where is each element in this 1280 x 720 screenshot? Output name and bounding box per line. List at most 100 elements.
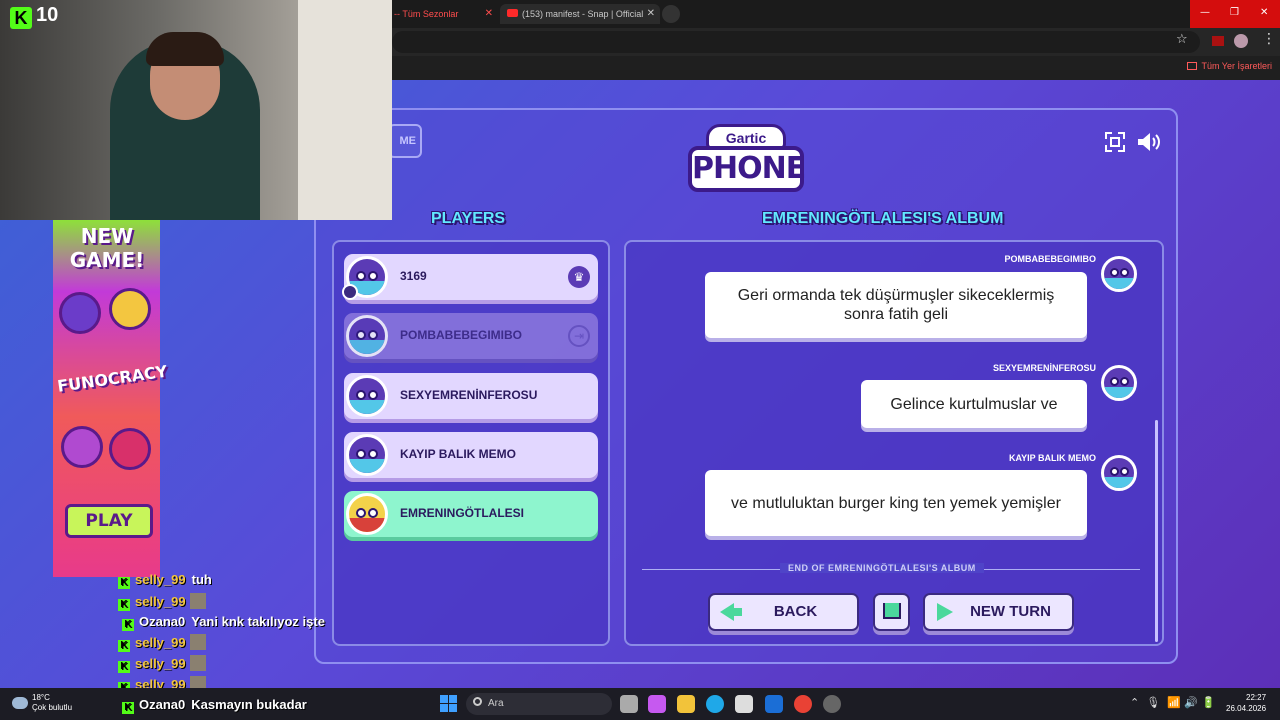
chat-message: K Ozana0 Yani knk takılıyoz işte xyxy=(122,614,325,631)
temperature: 18°C xyxy=(32,693,50,702)
viewer-count: 10 xyxy=(36,4,59,26)
player-row[interactable]: POMBABEBEGIMIBO ⇥ xyxy=(344,313,598,359)
player-row[interactable]: SEXYEMRENİNFEROSU xyxy=(344,373,598,419)
chat-text: Yani knk takılıyoz işte xyxy=(191,614,325,629)
album-avatar xyxy=(1101,365,1137,401)
player-name: KAYIP BALIK MEMO xyxy=(400,447,517,461)
home-button[interactable]: ME xyxy=(388,124,422,158)
close-icon[interactable]: ✕ xyxy=(485,8,493,19)
album-message: ve mutluluktan burger king ten yemek yem… xyxy=(705,470,1087,536)
close-window-icon[interactable]: ✕ xyxy=(1260,7,1268,18)
webcam-overlay: K 10 xyxy=(0,0,392,220)
bookmarks-label: Tüm Yer İşaretleri xyxy=(1201,61,1272,71)
system-tray[interactable]: ⌃ 🎙 📶 🔊 🔋 xyxy=(1130,696,1215,709)
file-explorer-icon[interactable] xyxy=(677,695,695,713)
app-icon[interactable] xyxy=(823,695,841,713)
download-badge-icon xyxy=(342,284,358,300)
folder-icon xyxy=(1187,62,1198,70)
album-author: KAYIP BALIK MEMO xyxy=(1008,453,1096,463)
player-name: 3169 xyxy=(400,269,427,283)
chat-user: selly_99 xyxy=(135,594,186,609)
window-controls: — ❐ ✕ xyxy=(1190,0,1280,28)
youtube-icon xyxy=(507,9,518,17)
emote-icon xyxy=(189,634,206,650)
ad-play-button[interactable]: PLAY xyxy=(65,504,153,538)
player-name: SEXYEMRENİNFEROSU xyxy=(400,388,538,402)
close-icon[interactable]: ✕ xyxy=(647,8,655,19)
copilot-icon[interactable] xyxy=(648,695,666,713)
new-tab-button[interactable] xyxy=(662,5,680,23)
album-author: POMBABEBEGIMIBO xyxy=(1004,254,1096,264)
player-row[interactable]: 3169 ♛ xyxy=(342,254,598,300)
chat-message: K Ozana0 Kasmayın bukadar xyxy=(122,697,307,714)
chat-message: Kselly_99 tuh xyxy=(118,572,212,589)
browser-menu-icon[interactable]: ⋮ xyxy=(1262,31,1276,47)
new-turn-button[interactable]: NEW TURN xyxy=(923,593,1074,631)
kick-badge-icon: K xyxy=(122,702,134,714)
kick-badge-icon: K xyxy=(118,661,130,673)
kick-viewer-count: K 10 xyxy=(10,4,59,29)
fullscreen-icon[interactable] xyxy=(1105,132,1125,152)
chat-message: Kselly_99 xyxy=(118,655,206,673)
player-avatar xyxy=(346,493,388,535)
back-button[interactable]: BACK xyxy=(708,593,859,631)
album-message: Geri ormanda tek düşürmuşler sikeceklerm… xyxy=(705,272,1087,338)
album-author: SEXYEMRENİNFEROSU xyxy=(992,363,1096,373)
taskbar-clock[interactable]: 22:27 26.04.2026 xyxy=(1226,692,1266,714)
player-avatar xyxy=(346,375,388,417)
bookmark-star-icon[interactable]: ☆ xyxy=(1176,32,1188,47)
sound-icon[interactable] xyxy=(1136,131,1162,153)
player-name: EMRENINGÖTLALESI xyxy=(400,506,525,520)
weather-widget[interactable]: 18°C Çok bulutlu xyxy=(12,693,72,713)
kick-badge-icon: K xyxy=(118,599,130,611)
tab-title: -- Tüm Sezonlar xyxy=(394,9,459,19)
ad-brand: FUNOCRACY xyxy=(56,361,169,396)
download-icon xyxy=(883,603,901,619)
chat-user: selly_99 xyxy=(135,635,186,650)
store-icon[interactable] xyxy=(735,695,753,713)
maximize-icon[interactable]: ❐ xyxy=(1230,7,1239,18)
album-title: EMRENINGÖTLALESI'S ALBUM xyxy=(762,210,1004,227)
chat-user: selly_99 xyxy=(135,572,186,587)
profile-avatar[interactable] xyxy=(1234,34,1248,48)
advertisement[interactable]: NEW GAME! FUNOCRACY PLAY xyxy=(53,220,169,577)
ad-character-icon xyxy=(109,288,151,330)
kick-logo-icon: K xyxy=(10,7,32,29)
kick-badge-icon: K xyxy=(118,577,130,589)
all-bookmarks[interactable]: Tüm Yer İşaretleri xyxy=(1187,61,1272,71)
taskbar-search[interactable]: Ara xyxy=(466,693,612,715)
album-end-label: END OF EMRENINGÖTLALESI'S ALBUM xyxy=(780,563,984,573)
players-title: PLAYERS xyxy=(431,210,506,227)
chrome-icon[interactable] xyxy=(794,695,812,713)
player-row-self[interactable]: EMRENINGÖTLALESI xyxy=(344,491,598,537)
album-scrollbar[interactable] xyxy=(1155,420,1158,642)
chat-message: Kselly_99 xyxy=(118,634,206,652)
extension-icon[interactable] xyxy=(1212,36,1224,46)
curtain xyxy=(298,0,392,220)
save-album-button[interactable] xyxy=(873,593,910,631)
emote-icon xyxy=(189,655,206,671)
crown-icon: ♛ xyxy=(568,266,590,288)
kick-player-icon[interactable]: ⇥ xyxy=(568,325,590,347)
minimize-icon[interactable]: — xyxy=(1200,7,1210,18)
outlook-icon[interactable] xyxy=(765,695,783,713)
search-placeholder: Ara xyxy=(488,698,504,709)
chat-message: Kselly_99 xyxy=(118,593,206,611)
time: 22:27 xyxy=(1246,693,1267,702)
cloud-icon xyxy=(12,697,28,709)
url-field[interactable] xyxy=(392,31,1200,53)
album-avatar xyxy=(1101,455,1137,491)
windows-start-icon[interactable] xyxy=(440,695,457,712)
player-avatar xyxy=(346,315,388,357)
album-message: Gelince kurtulmuslar ve xyxy=(861,380,1087,428)
kick-badge-icon: K xyxy=(122,619,134,631)
browser-tab-2[interactable]: (153) manifest - Snap | Official ✕ xyxy=(500,4,660,24)
edge-icon[interactable] xyxy=(706,695,724,713)
player-row[interactable]: KAYIP BALIK MEMO xyxy=(344,432,598,478)
task-view-icon[interactable] xyxy=(620,695,638,713)
search-icon xyxy=(473,697,482,706)
play-arrow-icon xyxy=(937,603,953,621)
date: 26.04.2026 xyxy=(1226,704,1267,713)
logo-main-text: PHONE xyxy=(688,146,806,192)
player-name: POMBABEBEGIMIBO xyxy=(400,328,523,342)
